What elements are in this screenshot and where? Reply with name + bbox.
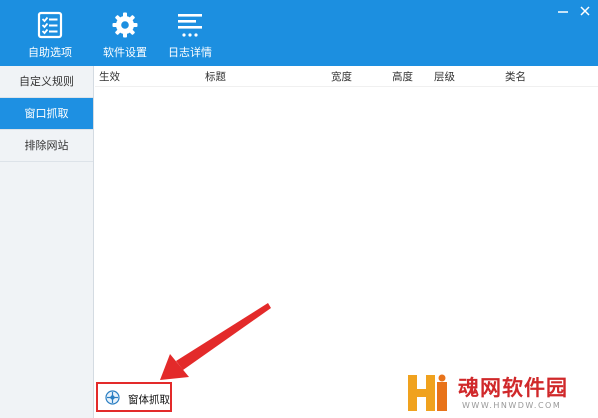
column-height[interactable]: 高度 xyxy=(392,69,413,84)
toolbar-self-help-label: 自助选项 xyxy=(28,46,72,59)
table-header: 生效 标题 宽度 高度 层级 类名 xyxy=(95,66,598,87)
window-capture-button[interactable]: 窗体抓取 xyxy=(96,382,172,412)
column-class-name[interactable]: 类名 xyxy=(505,69,526,84)
toolbar-log-details-label: 日志详情 xyxy=(168,46,212,59)
toolbar-software-settings-label: 软件设置 xyxy=(103,46,147,59)
watermark-logo xyxy=(408,374,447,411)
toolbar-log-details[interactable]: 日志详情 xyxy=(160,0,220,66)
sidebar-item-exclude-sites[interactable]: 排除网站 xyxy=(0,130,93,162)
gear-icon xyxy=(112,12,138,38)
window-capture-label: 窗体抓取 xyxy=(128,394,170,406)
log-list-icon xyxy=(178,14,202,37)
sidebar-item-window-capture[interactable]: 窗口抓取 xyxy=(0,98,93,130)
column-level[interactable]: 层级 xyxy=(434,69,455,84)
capture-icon xyxy=(105,390,120,405)
top-toolbar: 自助选项 软件设置 日志详情 xyxy=(0,0,598,66)
watermark-url: WWW.HNWDW.COM xyxy=(462,401,562,410)
column-enabled[interactable]: 生效 xyxy=(99,69,120,84)
minimize-icon[interactable] xyxy=(556,4,570,18)
column-width[interactable]: 宽度 xyxy=(331,69,352,84)
toolbar-self-help-options[interactable]: 自助选项 xyxy=(20,0,80,66)
checklist-icon xyxy=(37,11,63,39)
sidebar: 自定义规则 窗口抓取 排除网站 xyxy=(0,66,94,418)
sidebar-item-custom-rules[interactable]: 自定义规则 xyxy=(0,66,93,98)
toolbar-software-settings[interactable]: 软件设置 xyxy=(95,0,155,66)
watermark-brand: 魂网软件园 xyxy=(458,376,568,400)
close-icon[interactable] xyxy=(578,4,592,18)
watermark: 魂网软件园 WWW.HNWDW.COM xyxy=(400,366,598,418)
column-title[interactable]: 标题 xyxy=(205,69,226,84)
